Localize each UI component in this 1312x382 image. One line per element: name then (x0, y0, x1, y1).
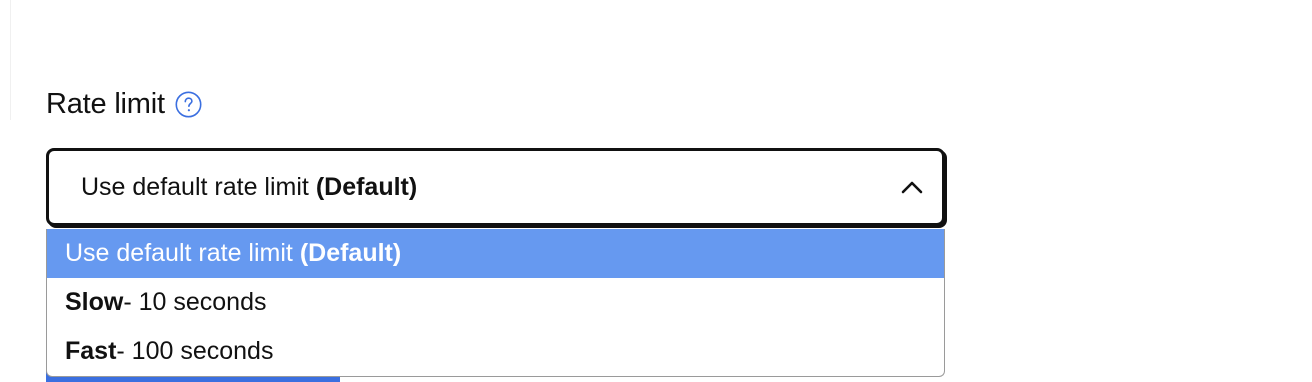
option-slow[interactable]: Slow - 10 seconds (47, 278, 944, 327)
option-fast[interactable]: Fast - 100 seconds (47, 327, 944, 376)
question-circle-icon[interactable] (175, 91, 202, 118)
option-default-text: Use default rate limit (65, 239, 293, 267)
rate-limit-label-row: Rate limit (46, 84, 202, 124)
chevron-up-icon[interactable] (898, 177, 926, 197)
select-current-value: Use default rate limit (Default) (81, 173, 417, 202)
rate-limit-options-list: Use default rate limit (Default) Slow - … (46, 229, 945, 377)
option-slow-text: - 10 seconds (123, 288, 267, 316)
select-value-text: Use default rate limit (81, 172, 309, 201)
option-default[interactable]: Use default rate limit (Default) (47, 229, 944, 278)
option-default-suffix: (Default) (299, 239, 402, 267)
rate-limit-select[interactable]: Use default rate limit (Default) (46, 148, 945, 226)
left-edge-divider (0, 0, 11, 120)
option-fast-name: Fast (65, 337, 117, 365)
rate-limit-label: Rate limit (46, 87, 165, 120)
option-fast-text: - 100 seconds (116, 337, 274, 365)
option-slow-name: Slow (65, 288, 124, 316)
select-value-default-suffix: (Default) (315, 172, 418, 201)
